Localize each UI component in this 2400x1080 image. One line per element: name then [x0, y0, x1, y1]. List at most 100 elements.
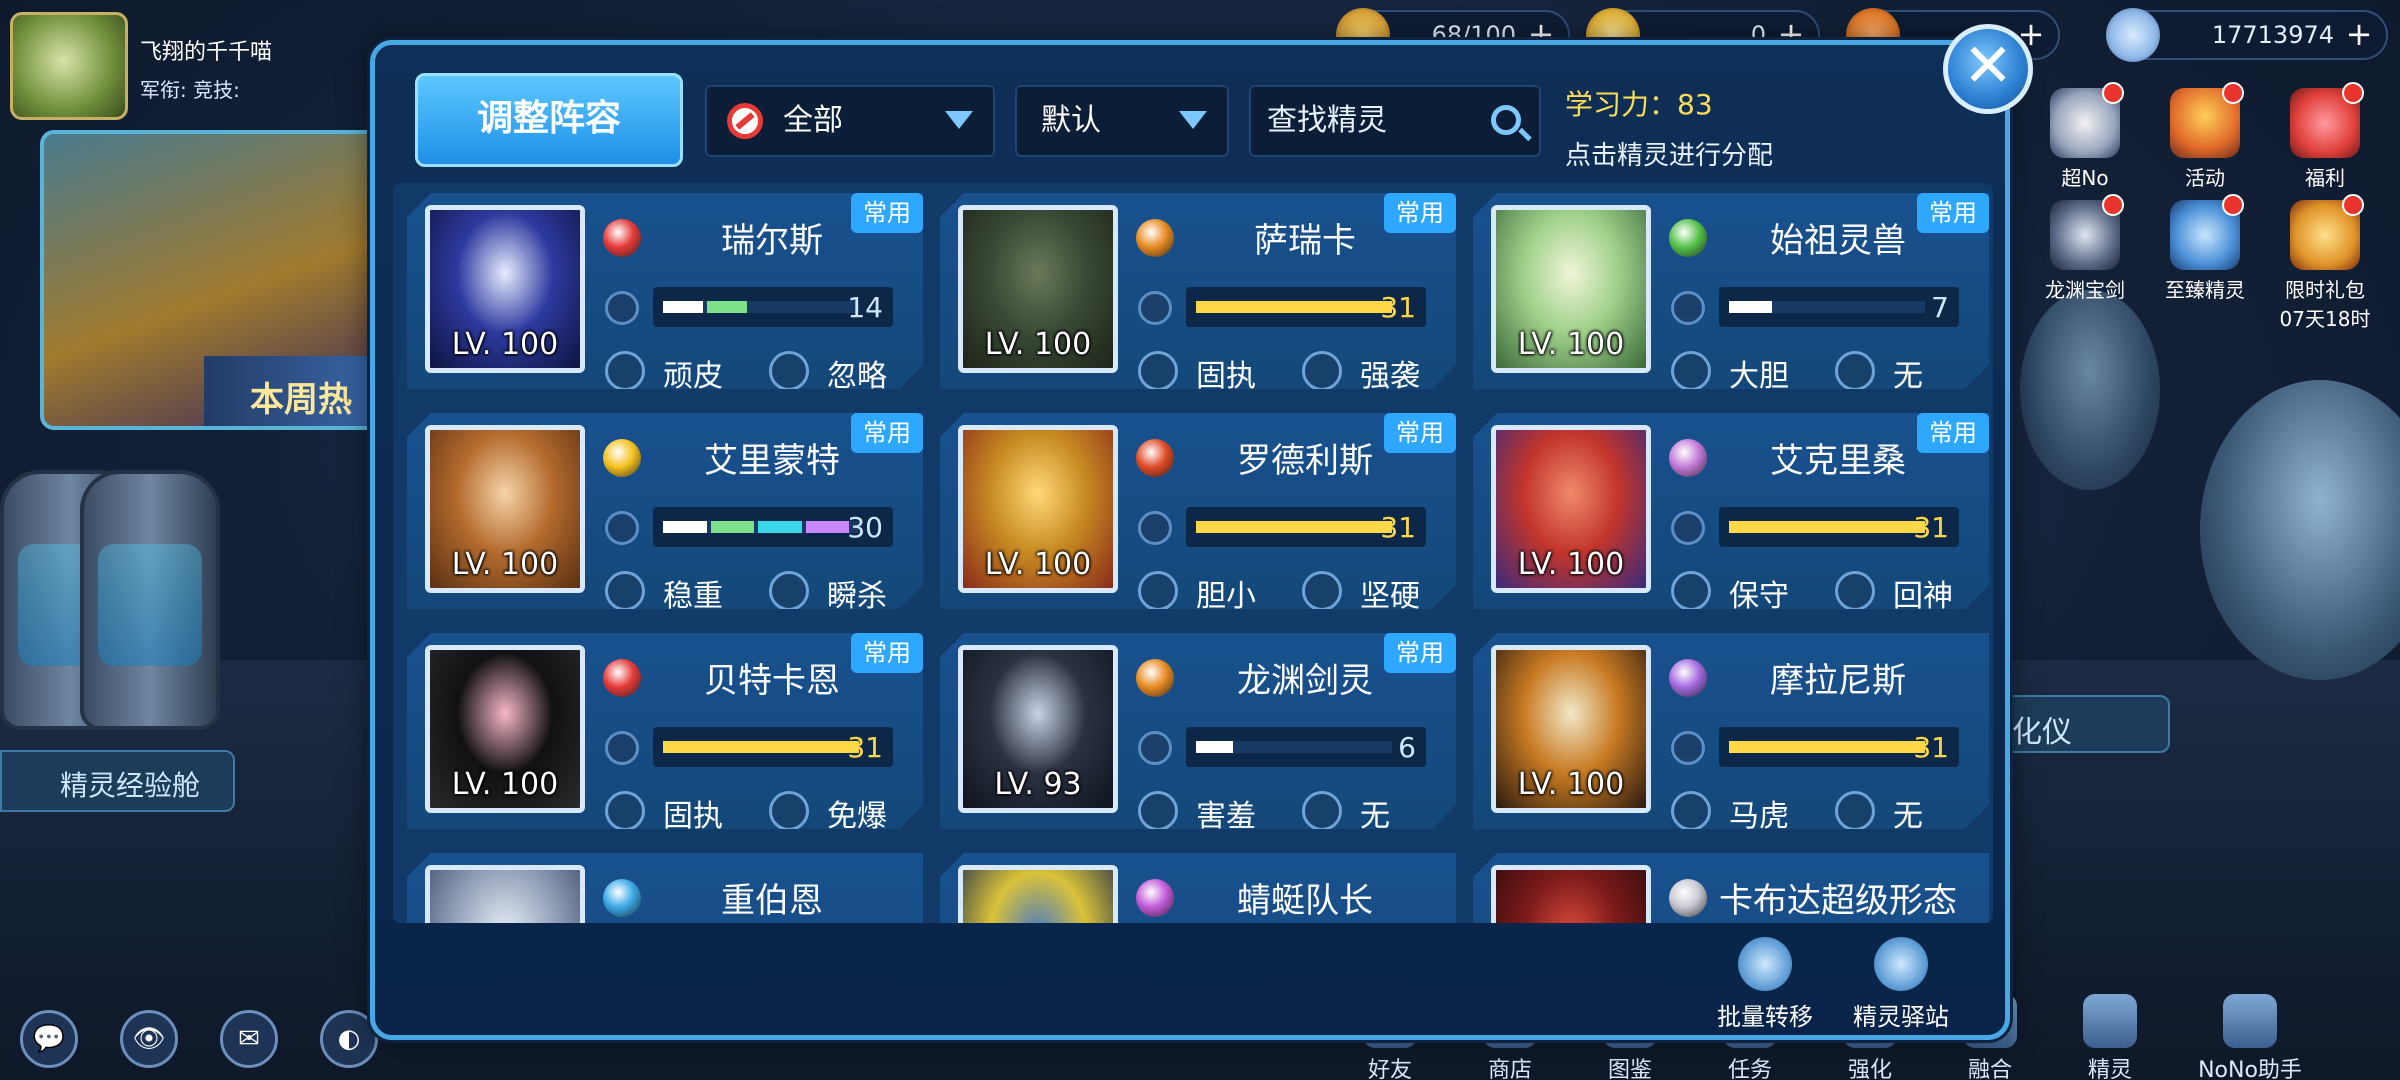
stats-icon [1138, 511, 1172, 545]
bar-fill [663, 741, 859, 753]
spirit-portrait[interactable]: LV. 100 [1491, 645, 1651, 813]
spirit-portrait[interactable] [1491, 865, 1651, 923]
spirit-portrait[interactable]: LV. 100 [425, 425, 585, 593]
exp-cabin-label[interactable]: 精灵经验舱 [0, 750, 235, 812]
menu-dragon-sword[interactable]: 龙渊宝剑 [2030, 194, 2140, 303]
bar-track [663, 301, 859, 313]
learn-power-bar[interactable]: 14 [653, 287, 893, 327]
learn-power-bar[interactable]: 6 [1186, 727, 1426, 767]
spirit-grid[interactable]: 常用 LV. 100 瑞尔斯 14 顽皮 忽略 常用 LV. 100 萨瑞卡 3… [393, 183, 1993, 923]
search-input[interactable] [1267, 103, 1487, 138]
resource-currency[interactable]: 17713974 + [2106, 8, 2388, 62]
stats-icon [1671, 731, 1705, 765]
adjust-lineup-button[interactable]: 调整阵容 [415, 73, 683, 167]
stats-icon [1671, 511, 1705, 545]
nature-icon [1671, 571, 1711, 611]
spirit-level: LV. 100 [1517, 327, 1625, 362]
learn-power-bar[interactable]: 31 [1186, 507, 1426, 547]
trait-icon [769, 351, 809, 391]
menu-activity[interactable]: 活动 [2150, 82, 2260, 191]
menu-welfare[interactable]: 福利 [2270, 82, 2380, 191]
spirit-card[interactable]: 常用 LV. 100 瑞尔斯 14 顽皮 忽略 [407, 193, 923, 389]
learn-power-bar[interactable]: 31 [1186, 287, 1426, 327]
bar-segment [711, 521, 755, 533]
eye-icon[interactable]: 👁 [120, 1010, 178, 1068]
spirit-portrait[interactable] [958, 865, 1118, 923]
spirit-portrait[interactable]: LV. 100 [958, 205, 1118, 373]
learn-power-bar[interactable]: 7 [1719, 287, 1959, 327]
trait-icon [769, 571, 809, 611]
spirit-card[interactable]: 常用 LV. 100 萨瑞卡 31 固执 强袭 [940, 193, 1456, 389]
attribute-icon [603, 879, 641, 917]
nature-label: 害羞 [1196, 799, 1256, 834]
player-info[interactable]: 飞翔的千千喵 军衔: 竞技: [10, 12, 390, 122]
learn-power-bar[interactable]: 31 [653, 727, 893, 767]
spirit-portrait[interactable] [425, 865, 585, 923]
bar-segment [663, 301, 703, 313]
bar-track [1729, 521, 1925, 533]
learn-power-bar[interactable]: 31 [1719, 727, 1959, 767]
bar-fill [1196, 521, 1392, 533]
spirit-card[interactable]: 常用 LV. 100 罗德利斯 31 胆小 坚硬 [940, 413, 1456, 609]
attribute-icon [1669, 219, 1707, 257]
nature-icon [605, 351, 645, 391]
mail-icon[interactable]: ✉ [220, 1010, 278, 1068]
spirit-card[interactable]: 蜻蜓队长 [940, 853, 1456, 923]
bar-track [663, 521, 859, 533]
spirit-card[interactable]: 常用 LV. 100 贝特卡恩 31 固执 免爆 [407, 633, 923, 829]
spirit-portrait[interactable]: LV. 100 [958, 425, 1118, 593]
spirit-station-button[interactable]: 精灵驿站 [1841, 937, 1961, 1032]
player-avatar[interactable] [10, 12, 128, 120]
sort-dropdown[interactable]: 默认 [1015, 85, 1229, 157]
nav-spirits[interactable]: 精灵 [2050, 980, 2170, 1080]
spirit-level: LV. 100 [984, 327, 1092, 362]
nono-helper-icon [2223, 994, 2277, 1048]
spirit-portrait[interactable]: LV. 93 [958, 645, 1118, 813]
spirit-card[interactable]: 常用 LV. 100 艾克里桑 31 保守 回神 [1473, 413, 1989, 609]
menu-super-no[interactable]: 超No [2030, 82, 2140, 191]
close-modal-button[interactable]: ✕ [1943, 24, 2033, 114]
spirit-name: 始祖灵兽 [1770, 221, 1906, 261]
nature-label: 稳重 [663, 579, 723, 614]
bar-track [663, 741, 859, 753]
trait-label: 无 [1893, 359, 1923, 394]
activity-icon [2170, 82, 2244, 158]
menu-limited-pack[interactable]: 限时礼包 07天18时 [2270, 194, 2380, 332]
filter-dropdown[interactable]: 全部 [705, 85, 995, 157]
add-currency-button[interactable]: + [2342, 18, 2376, 52]
learn-power-bar[interactable]: 30 [653, 507, 893, 547]
spirit-portrait[interactable]: LV. 100 [425, 205, 585, 373]
nature-icon [1138, 571, 1178, 611]
menu-supreme-spirit[interactable]: 至臻精灵 [2150, 194, 2260, 303]
trait-label: 回神 [1893, 579, 1953, 614]
spirit-card[interactable]: 常用 LV. 100 始祖灵兽 7 大胆 无 [1473, 193, 1989, 389]
search-icon[interactable] [1491, 105, 1521, 135]
weekly-hot-card[interactable]: 本周热点 [40, 130, 380, 430]
chat-icon[interactable]: 💬 [20, 1010, 78, 1068]
trait-label: 坚硬 [1360, 579, 1420, 614]
spirit-portrait[interactable]: LV. 100 [1491, 205, 1651, 373]
spirit-level: LV. 100 [1517, 547, 1625, 582]
learn-power-bar[interactable]: 31 [1719, 507, 1959, 547]
spirit-portrait[interactable]: LV. 100 [425, 645, 585, 813]
trait-label: 免爆 [827, 799, 887, 834]
learn-power-value: 31 [1380, 291, 1416, 324]
search-box[interactable] [1249, 85, 1541, 157]
batch-transfer-button[interactable]: 批量转移 [1705, 937, 1825, 1032]
nature-label: 保守 [1729, 579, 1789, 614]
bar-fill [1729, 741, 1925, 753]
spirit-card[interactable]: 常用 LV. 100 艾里蒙特 30 稳重 瞬杀 [407, 413, 923, 609]
spirit-name: 摩拉尼斯 [1770, 661, 1906, 701]
spirit-card[interactable]: 常用 LV. 93 龙渊剑灵 6 害羞 无 [940, 633, 1456, 829]
nav-nono-helper[interactable]: NoNo助手 [2170, 980, 2330, 1080]
stats-icon [1138, 731, 1172, 765]
stats-icon [1138, 291, 1172, 325]
nature-icon [1671, 791, 1711, 831]
bar-segment [758, 521, 802, 533]
nature-label: 大胆 [1729, 359, 1789, 394]
spirit-card[interactable]: 卡布达超级形态 [1473, 853, 1989, 923]
spirit-card[interactable]: LV. 100 摩拉尼斯 31 马虎 无 [1473, 633, 1989, 829]
spirit-card[interactable]: 重伯恩 [407, 853, 923, 923]
nature-label: 马虎 [1729, 799, 1789, 834]
spirit-portrait[interactable]: LV. 100 [1491, 425, 1651, 593]
